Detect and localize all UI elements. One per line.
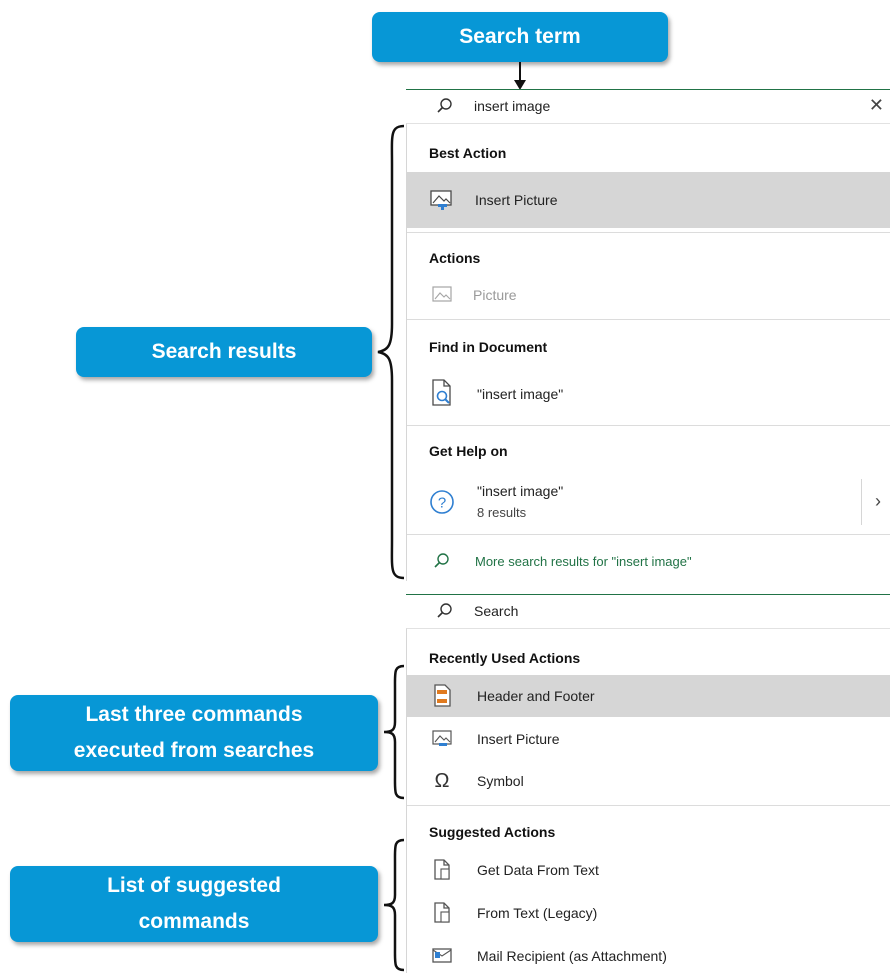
document-search-icon: [429, 379, 455, 406]
suggested-item-from-text[interactable]: From Text (Legacy): [407, 898, 890, 928]
find-in-document-item[interactable]: "insert image": [407, 376, 890, 412]
search-icon: [429, 548, 455, 574]
insert-picture-icon: [429, 726, 455, 752]
picture-icon: [429, 282, 455, 308]
get-help-item[interactable]: ? "insert image" 8 results ›: [407, 477, 890, 527]
suggested-item-label: Mail Recipient (as Attachment): [477, 948, 667, 964]
document-icon: [429, 900, 455, 926]
divider: [407, 232, 890, 233]
recent-item-label: Insert Picture: [477, 731, 560, 747]
recent-item-header-footer[interactable]: Header and Footer: [407, 675, 890, 717]
brace-search-results: [377, 124, 405, 580]
document-icon: [429, 857, 455, 883]
callout-last-three: Last three commands executed from search…: [10, 695, 378, 771]
recent-item-label: Symbol: [477, 773, 524, 789]
recent-heading: Recently Used Actions: [429, 650, 581, 666]
best-action-insert-picture[interactable]: Insert Picture: [407, 172, 890, 228]
best-action-heading: Best Action: [429, 145, 507, 161]
top-search-input[interactable]: insert image: [474, 98, 550, 114]
suggested-item-get-data[interactable]: Get Data From Text: [407, 855, 890, 885]
divider: [407, 805, 890, 806]
results-panel: Best Action Insert Picture Actions Pictu…: [406, 123, 890, 581]
get-help-count: 8 results: [477, 505, 527, 520]
callout-suggested-line1: List of suggested: [107, 874, 281, 897]
callout-last-three-line2: executed from searches: [73, 739, 315, 762]
suggested-heading: Suggested Actions: [429, 824, 556, 840]
recent-item-label: Header and Footer: [477, 688, 595, 704]
find-in-document-label: "insert image": [477, 386, 564, 402]
get-help-heading: Get Help on: [429, 443, 508, 459]
divider: [407, 425, 890, 426]
insert-picture-icon: [429, 187, 455, 213]
callout-last-three-line1: Last three commands: [85, 703, 303, 726]
suggested-item-mail-recipient[interactable]: Mail Recipient (as Attachment): [407, 941, 890, 971]
callout-suggested: List of suggested commands: [10, 866, 378, 942]
callout-search-term: Search term: [372, 12, 668, 62]
find-in-document-heading: Find in Document: [429, 339, 548, 355]
bottom-search-box[interactable]: Search: [406, 595, 890, 627]
more-search-results-label: More search results for "insert image": [475, 553, 692, 569]
recent-item-symbol[interactable]: Ω Symbol: [407, 765, 890, 797]
arrow-down-icon: [514, 62, 526, 90]
actions-heading: Actions: [429, 250, 481, 266]
search-icon: [437, 603, 452, 618]
chevron-right-icon[interactable]: ›: [875, 491, 881, 512]
close-icon[interactable]: ✕: [869, 95, 884, 116]
search-icon: [437, 98, 452, 113]
callout-search-term-label: Search term: [459, 25, 581, 48]
recent-item-insert-picture[interactable]: Insert Picture: [407, 723, 890, 755]
header-footer-icon: [429, 683, 455, 709]
suggestions-panel: Recently Used Actions Header and Footer …: [406, 628, 890, 973]
mail-attachment-icon: [429, 943, 455, 969]
help-icon: ?: [429, 489, 455, 515]
callout-search-results-label: Search results: [151, 340, 297, 363]
top-search-box[interactable]: insert image ✕: [406, 90, 890, 122]
suggested-item-label: From Text (Legacy): [477, 905, 598, 921]
get-help-label: "insert image": [477, 483, 564, 499]
action-picture-label: Picture: [473, 287, 517, 303]
action-picture[interactable]: Picture: [407, 280, 890, 310]
divider: [407, 319, 890, 320]
more-search-results-link[interactable]: More search results for "insert image": [407, 548, 890, 574]
callout-search-results: Search results: [76, 327, 372, 377]
brace-recent: [383, 664, 405, 800]
best-action-label: Insert Picture: [475, 192, 558, 208]
help-divider: [861, 479, 862, 525]
callout-suggested-line2: commands: [138, 910, 250, 933]
bottom-search-input[interactable]: Search: [474, 603, 518, 619]
divider: [407, 534, 890, 535]
omega-icon: Ω: [434, 769, 450, 792]
suggested-item-label: Get Data From Text: [477, 862, 599, 878]
svg-text:?: ?: [438, 495, 446, 512]
brace-suggested: [383, 838, 405, 972]
